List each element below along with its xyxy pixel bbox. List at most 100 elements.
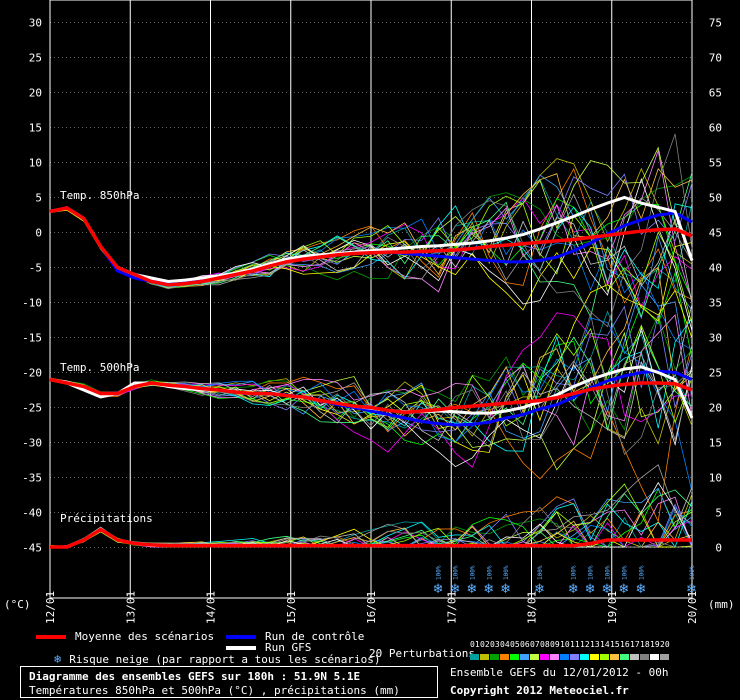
perturbation-number: 01 [470,640,480,649]
right-tick-label: 70 [709,52,722,65]
right-tick-label: 15 [709,437,722,450]
snow-percent-label: 100% [486,565,493,580]
left-tick-label: 15 [29,122,42,135]
x-tick-label: 14/01 [205,591,218,624]
perturbation-swatch [580,654,589,660]
snow-percent-label: 100% [436,565,443,580]
footer-title-box: Diagramme des ensembles GEFS sur 180h : … [20,666,438,698]
snow-percent-label: 100% [469,565,476,580]
perturbation-swatch [500,654,509,660]
left-tick-label: -40 [22,507,42,520]
snow-risk-markers: ❄ 100% ❄ 100% ❄ 100% ❄ 100% ❄ 100% ❄ 100% ❄ 100% ❄ 100%… [433,565,697,597]
legend-mean-swatch [36,635,66,639]
snow-percent-label: 100% [537,565,544,580]
snowflake-icon: ❄ [602,582,613,597]
snow-percent-label: 100% [605,565,612,580]
right-tick-label: 35 [709,297,722,310]
perturbation-swatches [470,650,670,663]
snow-percent-label: 100% [638,565,645,580]
perturbation-swatch [650,654,659,660]
perturbation-number: 06 [520,640,530,649]
left-tick-label: 0 [35,227,42,240]
perturbation-swatch [610,654,619,660]
legend-gfs-swatch [226,646,256,650]
snow-percent-label: 100% [689,565,696,580]
perturbation-number: 07 [530,640,540,649]
left-tick-label: -30 [22,437,42,450]
perturbation-number: 18 [640,640,650,649]
x-tick-label: 13/01 [124,591,137,624]
snowflake-icon: ❄ [500,582,511,597]
snowflake-icon: ❄ [534,582,545,597]
perturbation-number: 19 [650,640,660,649]
snowflake-icon: ❄ [635,582,646,597]
perturbation-number: 17 [630,640,640,649]
legend-perturbations-label: 20 Perturbations [369,647,475,660]
perturbation-number: 14 [600,640,610,649]
perturbation-swatch [490,654,499,660]
perturbation-number: 13 [590,640,600,649]
snowflake-icon: ❄ [618,582,629,597]
perturbation-swatch [520,654,529,660]
perturbation-swatch [620,654,629,660]
snow-percent-label: 100% [452,565,459,580]
snowflake-icon: ❄ [466,582,477,597]
left-tick-label: 5 [35,192,42,205]
snowflake-icon: ❄ [686,582,697,597]
ensemble-chart: 30 7525 7020 6515 6010 555 500 45-5 40-10 35-15 30… [4,0,735,625]
perturbation-swatch [600,654,609,660]
snowflake-icon: ❄ [449,582,460,597]
snow-percent-label: 100% [571,565,578,580]
left-axis-unit: (°C) [4,598,31,611]
panel-label-850: Temp. 850hPa [60,189,139,202]
left-tick-label: 25 [29,52,42,65]
snowflake-icon: ❄ [585,582,596,597]
left-tick-label: -25 [22,402,42,415]
right-tick-label: 20 [709,402,722,415]
right-tick-label: 10 [709,472,722,485]
left-tick-label: 20 [29,87,42,100]
legend-snow: ❄ Risque neige (par rapport a tous les sc… [54,652,381,666]
right-tick-label: 25 [709,367,722,380]
perturbation-swatch [550,654,559,660]
perturbation-swatch [560,654,569,660]
snow-percent-label: 100% [588,565,595,580]
legend-perturbations: 20 Perturbations [369,647,475,660]
right-tick-label: 30 [709,332,722,345]
left-tick-label: -20 [22,367,42,380]
perturbation-numbers: 0102030405060708091011121314151617181920 [470,640,670,649]
chart-title: Diagramme des ensembles GEFS sur 180h : … [29,670,361,683]
legend-control-swatch [226,635,256,639]
right-tick-label: 5 [715,507,722,520]
left-tick-label: 30 [29,17,42,30]
left-tick-label: -45 [22,542,42,555]
perturbation-number: 12 [580,640,590,649]
perturbation-number: 08 [540,640,550,649]
legend-mean-label: Moyenne des scénarios [75,630,215,643]
right-tick-label: 50 [709,192,722,205]
axis-ticks: 30 7525 7020 6515 6010 555 500 45-5 40-10 35-15 30… [22,17,722,625]
perturbation-swatch [480,654,489,660]
perturbation-number: 03 [490,640,500,649]
snowflake-icon: ❄ [568,582,579,597]
perturbation-swatch [530,654,539,660]
perturbation-swatch [660,654,669,660]
perturbation-swatch [630,654,639,660]
perturbation-number: 16 [620,640,630,649]
snow-percent-label: 100% [621,565,628,580]
panel-label-precip: Précipitations [60,512,153,525]
perturbation-number: 11 [570,640,580,649]
snowflake-icon: ❄ [483,582,494,597]
snowflake-icon: ❄ [433,582,444,597]
perturbation-swatch [540,654,549,660]
perturbation-swatch [570,654,579,660]
x-tick-label: 16/01 [365,591,378,624]
perturbation-number: 15 [610,640,620,649]
right-axis-unit: (mm) [708,598,735,611]
ensemble-info: Ensemble GEFS du 12/01/2012 - 00h [450,666,669,679]
right-tick-label: 40 [709,262,722,275]
perturbation-number: 10 [560,640,570,649]
perturbation-swatch [640,654,649,660]
left-tick-label: -10 [22,297,42,310]
chart-grid [49,0,693,599]
